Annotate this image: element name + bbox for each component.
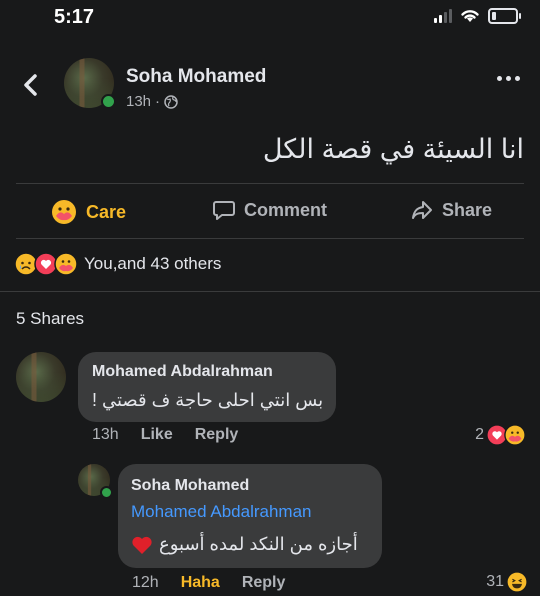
reply-bubble[interactable]: Soha Mohamed Mohamed Abdalrahman أجازه م… [118,464,382,568]
divider [0,291,540,292]
comment-time: 13h [92,426,119,443]
post-meta: 13h · [126,93,178,110]
battery-icon [488,8,521,24]
reply-actions: 12h Haha Reply [132,574,285,592]
wifi-icon [461,10,479,22]
heart-emoji-icon [132,536,152,554]
comment-text: بس انتي احلى حاجة ف قصتي ! [92,390,324,410]
divider [16,183,524,184]
comment-bubble[interactable]: Mohamed Abdalrahman بس انتي احلى حاجة ف … [78,352,336,422]
back-icon[interactable] [18,70,44,100]
status-time: 5:17 [54,6,95,28]
meta-separator: · [155,93,161,110]
reply-text-row: أجازه من النكد لمده أسبوع [131,534,358,555]
comment-actions: 13h Like Reply [92,426,238,444]
reactions-summary[interactable]: You,and 43 others [14,252,221,276]
more-options-button[interactable] [497,76,520,81]
comment-reaction-number: 2 [475,426,484,443]
comment-reaction-count[interactable]: 2 [475,424,526,446]
care-icon [52,200,76,224]
post-action-bar: Care Comment Share [0,190,540,232]
post-author-name[interactable]: Soha Mohamed [126,66,266,88]
online-status-dot [100,486,113,499]
reply-mention[interactable]: Mohamed Abdalrahman [131,502,312,522]
comment-icon [213,201,235,220]
signal-icon [434,9,452,23]
comment-button[interactable]: Comment [212,198,327,222]
care-reaction-icon [504,424,526,446]
reaction-icons [14,252,78,276]
reactions-text: You,and 43 others [84,254,222,273]
care-label: Care [86,201,127,222]
commenter-avatar[interactable] [16,352,66,402]
status-bar: 5:17 [0,0,540,34]
shares-count[interactable]: 5 Shares [16,309,84,329]
share-label: Share [442,199,493,220]
care-reaction-icon [54,252,78,276]
share-button[interactable]: Share [410,198,492,222]
care-button[interactable]: Care [50,198,126,226]
post-header: Soha Mohamed 13h · [0,56,540,116]
status-icons [434,8,521,24]
reply-reaction-count[interactable]: 31 [486,571,528,593]
author-avatar[interactable] [64,58,116,109]
haha-reaction-icon [506,571,528,593]
reply-reaction-number: 31 [486,573,504,590]
reply-text: أجازه من النكد لمده أسبوع [159,534,358,554]
reply-author-avatar[interactable] [78,464,113,499]
reply-reply-button[interactable]: Reply [242,574,286,592]
comment-reply-button[interactable]: Reply [195,426,239,444]
post-time[interactable]: 13h [126,93,151,110]
online-status-dot [101,94,116,109]
reply-haha-button[interactable]: Haha [181,574,220,592]
divider [16,238,524,239]
more-icon [497,76,502,81]
post-text: انا السيئة في قصة الكل [262,134,524,164]
share-icon [412,201,432,219]
reply-time: 12h [132,574,159,591]
reply-author[interactable]: Soha Mohamed [131,477,249,495]
comment-author[interactable]: Mohamed Abdalrahman [92,363,273,381]
comment-label: Comment [244,199,328,220]
globe-icon [164,94,178,109]
comment-like-button[interactable]: Like [141,426,173,444]
